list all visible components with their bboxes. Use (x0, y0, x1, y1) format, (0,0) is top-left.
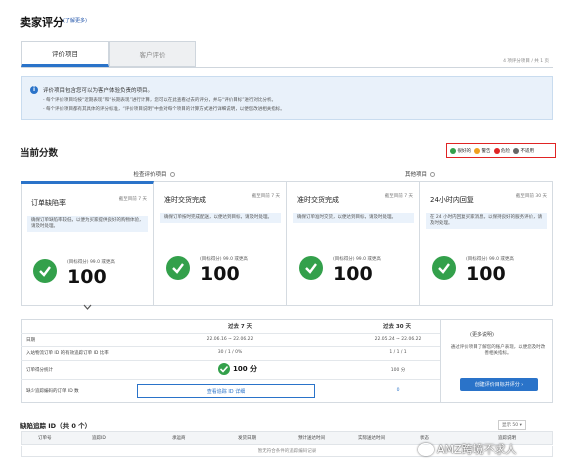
chevron-down-icon[interactable] (83, 303, 92, 312)
legend-item-na: 不适用 (513, 147, 535, 154)
card-desc: 确保订单按时完成配送，以便达到目标，请及时处理。 (160, 213, 281, 223)
row-value: 30 / 1 / 0% (217, 350, 243, 355)
card-name: 准时交货完成 (297, 196, 339, 204)
legend-item-danger: 危险 (493, 147, 510, 154)
check-icon (33, 259, 57, 283)
check-icon (166, 256, 190, 280)
column-header-7d: 过去 7 天 (228, 324, 253, 330)
card-target: 截至目前 7 天 (118, 197, 147, 202)
group-label: 检查评价项目 (133, 172, 167, 178)
card-desc: 在 24 小时内回复买家消息，以保持良好的服务评价，请及时处理。 (426, 213, 547, 229)
score-card-on-time-1[interactable]: 截至目前 7 天 准时交货完成 确保订单按时完成配送，以便达到目标，请及时处理。… (154, 181, 287, 306)
column-header-30d: 过去 30 天 (383, 324, 411, 330)
help-icon[interactable] (430, 171, 435, 177)
check-icon (218, 363, 230, 375)
score-value: 100 (466, 263, 506, 285)
tab-divider (21, 67, 553, 68)
danger-icon (493, 147, 500, 154)
score-caption: (目标得分) 99.0 或更高 (67, 260, 115, 265)
score-value: 100 (200, 263, 240, 285)
row-divider (21, 346, 440, 347)
card-target: 截至目前 30 天 (515, 194, 547, 199)
row-value: 1 / 1 / 1 (389, 350, 407, 355)
info-line: - 每个评价项目都有其具体的评分标准，“评价项目说明”中会对每个项目的计算方式进… (43, 107, 285, 112)
group-label: 其他项目 (404, 172, 427, 178)
legend-item-good: 很好的 (450, 147, 472, 154)
row-value: 22.06.16 ~ 22.06.22 (206, 337, 254, 342)
page-count-meta: 4 项评分项目 / 共 1 页 (503, 59, 549, 64)
help-icon[interactable] (169, 171, 175, 177)
page-size-select[interactable]: 显示 50 ▾ (498, 420, 526, 430)
check-icon (299, 256, 323, 280)
info-icon: i (30, 86, 38, 94)
row-divider (21, 379, 440, 380)
info-title: 评价项目包含您可以为客户体验负责的项目。 (43, 88, 154, 94)
score-caption: (目标得分) 99.0 或更高 (466, 257, 514, 262)
row-label: 缺少追踪编码的订单 ID 数 (26, 389, 79, 394)
legend-label: 危险 (501, 148, 510, 154)
column-header: 实际送达时间 (358, 436, 385, 441)
row-value: 100 分 (390, 368, 406, 373)
legend-item-warning: 警告 (474, 147, 491, 154)
legend-label: 很好的 (457, 148, 472, 154)
row-value: 100 分 (233, 365, 258, 373)
score-card-24h-reply[interactable]: 截至目前 30 天 24小时内回复 在 24 小时内回复买家消息，以保持良好的服… (420, 181, 553, 306)
column-header: 追踪ID (92, 436, 106, 441)
view-tracking-details-button[interactable]: 查看追踪 ID 详细 (137, 384, 315, 398)
wechat-icon (418, 442, 434, 456)
column-header: 订单号 (38, 436, 52, 441)
row-label: 入站物流订单 ID 的有效追踪订单 ID 比率 (26, 351, 109, 356)
row-divider (21, 360, 440, 361)
watermark: AMZ跨境不求人 (418, 441, 517, 457)
card-target: 截至目前 7 天 (384, 194, 413, 199)
column-header: 预计送达时间 (298, 436, 325, 441)
legend-label: 不适用 (520, 148, 535, 154)
column-header: 承运商 (172, 436, 186, 441)
warning-icon (474, 147, 480, 154)
score-value: 100 (333, 263, 373, 285)
na-icon (513, 147, 519, 154)
card-target: 截至目前 7 天 (251, 194, 280, 199)
card-name: 24小时内回复 (430, 196, 474, 204)
learn-more-link[interactable]: (了解更多) (63, 17, 87, 24)
row-value[interactable]: 0 (348, 388, 448, 393)
tab-customer-reviews[interactable]: 客户评价 (109, 41, 196, 67)
score-caption: (目标得分) 99.0 或更高 (333, 257, 381, 262)
row-label: 订单得分统计 (26, 368, 53, 373)
info-line: - 每个评价项目均按“近期表现”和“长期表现”进行计算，您可以在此查看过去的评分… (43, 98, 277, 103)
group-header-other: 其他项目 (287, 167, 553, 181)
status-legend: 很好的 警告 危险 不适用 (446, 143, 556, 158)
card-desc: 确保订单缺陷率较低，以便为买家提供良好的购物体验，请及时处理。 (27, 216, 148, 232)
section-title: 当前分数 (20, 148, 59, 159)
create-target-button[interactable]: 创建评价目标并评分 › (460, 378, 538, 391)
row-label: 日期 (26, 338, 35, 343)
tab-evaluation-items[interactable]: 评价项目 (21, 41, 109, 67)
side-panel-desc: 通过评价项目了解您的账户表现，以便您及时改善相关指标。 (450, 345, 546, 356)
score-caption: (目标得分) 99.0 或更高 (200, 257, 248, 262)
row-value: 22.05.24 ~ 22.06.22 (374, 337, 422, 342)
page-title: 卖家评分 (20, 16, 64, 29)
card-name: 准时交货完成 (164, 196, 206, 204)
column-header: 发货日期 (238, 436, 256, 441)
group-header-check: 检查评价项目 (21, 167, 287, 181)
card-name: 订单缺陷率 (31, 199, 66, 207)
check-icon (432, 256, 456, 280)
check-icon (450, 147, 456, 154)
legend-label: 警告 (481, 148, 491, 154)
score-card-on-time-2[interactable]: 截至目前 7 天 准时交货完成 确保订单准时交货，以便达到目标，请及时处理。 (… (287, 181, 420, 306)
card-desc: 确保订单准时交货，以便达到目标，请及时处理。 (293, 213, 414, 223)
row-divider (21, 333, 440, 334)
score-value: 100 (67, 266, 107, 288)
orders-title: 缺陷追踪 ID（共 0 个） (20, 422, 92, 430)
watermark-text: AMZ跨境不求人 (437, 443, 517, 456)
score-card-order-defect[interactable]: 截至目前 7 天 订单缺陷率 确保订单缺陷率较低，以便为买家提供良好的购物体验，… (21, 181, 154, 306)
side-panel-title: (更多说明) (470, 332, 494, 338)
